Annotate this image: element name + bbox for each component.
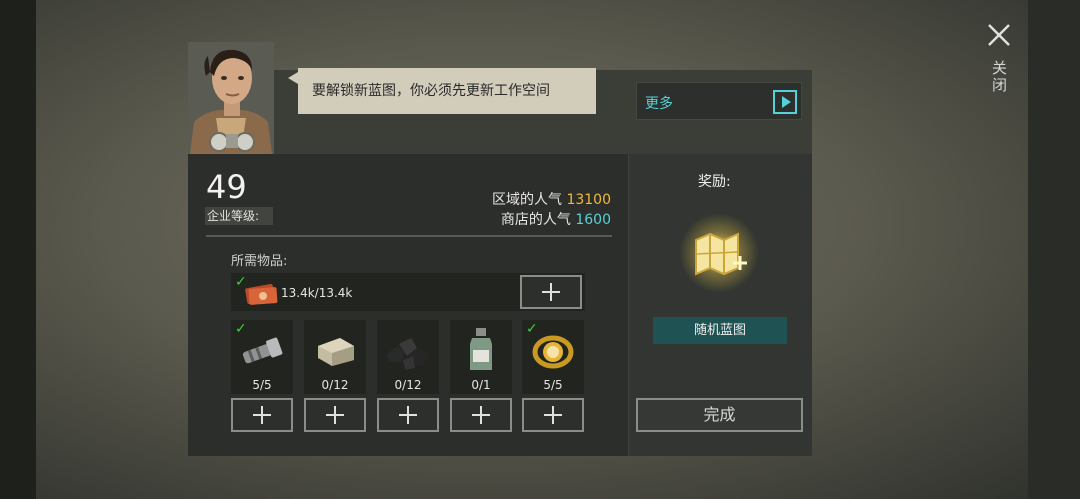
npc-portrait (188, 42, 274, 154)
play-icon (781, 96, 791, 108)
shop-popularity-label: 商店的人气 (500, 212, 571, 228)
item-count: 0/1 (471, 378, 491, 392)
plus-icon (326, 406, 344, 424)
required-items-label: 所需物品: (231, 254, 288, 269)
flashlight-icon (242, 337, 283, 364)
item-card[interactable]: 0/12 (304, 320, 366, 394)
item-count: 0/12 (321, 378, 349, 392)
item-card[interactable]: 0/12 (377, 320, 439, 394)
item-card[interactable]: 0/1 (450, 320, 512, 394)
plus-icon (399, 406, 417, 424)
add-item-button[interactable] (522, 398, 584, 432)
add-money-button[interactable] (520, 275, 582, 309)
add-item-button[interactable] (231, 398, 293, 432)
money-amount: 13.4k/13.4k (281, 286, 353, 300)
enterprise-level-label: 企业等级: (205, 207, 273, 225)
complete-button[interactable]: 完成 (636, 398, 803, 432)
coal-icon (387, 338, 429, 370)
region-popularity: 区域的人气 13100 (492, 189, 611, 209)
cash-bundle-icon (245, 284, 278, 305)
plus-icon (542, 283, 560, 301)
close-icon (988, 24, 1010, 46)
more-label[interactable]: 更多 (645, 93, 673, 113)
item-card[interactable]: ✓ 5/5 (231, 320, 293, 394)
gold-watch-icon (532, 335, 574, 369)
close-label[interactable]: 关闭 (988, 60, 1010, 94)
enterprise-level-value: 49 (206, 168, 247, 206)
bottle-icon (470, 328, 492, 370)
right-edge (1028, 0, 1080, 499)
divider (206, 235, 612, 237)
add-item-button[interactable] (450, 398, 512, 432)
item-count: 0/12 (394, 378, 422, 392)
blueprint-map-icon (679, 213, 759, 293)
region-popularity-label: 区域的人气 (492, 192, 562, 208)
add-item-button[interactable] (304, 398, 366, 432)
item-count: 5/5 (252, 378, 272, 392)
more-panel[interactable]: 更多 (636, 82, 802, 120)
region-popularity-value: 13100 (566, 192, 611, 208)
add-item-button[interactable] (377, 398, 439, 432)
shop-popularity-value: 1600 (575, 212, 611, 228)
reward-title: 奖励: (698, 174, 731, 190)
shop-popularity: 商店的人气 1600 (501, 209, 611, 229)
reward-name: 随机蓝图 (653, 317, 787, 344)
plus-icon (544, 406, 562, 424)
npc-speech-bubble: 要解锁新蓝图，你必须先更新工作空间 (288, 68, 596, 114)
left-edge (0, 0, 36, 499)
plus-icon (472, 406, 490, 424)
item-card[interactable]: ✓ 5/5 (522, 320, 584, 394)
stone-block-icon (318, 338, 354, 366)
plus-icon (253, 406, 271, 424)
play-button[interactable] (773, 90, 797, 114)
close-button[interactable] (986, 22, 1012, 48)
item-count: 5/5 (543, 378, 563, 392)
